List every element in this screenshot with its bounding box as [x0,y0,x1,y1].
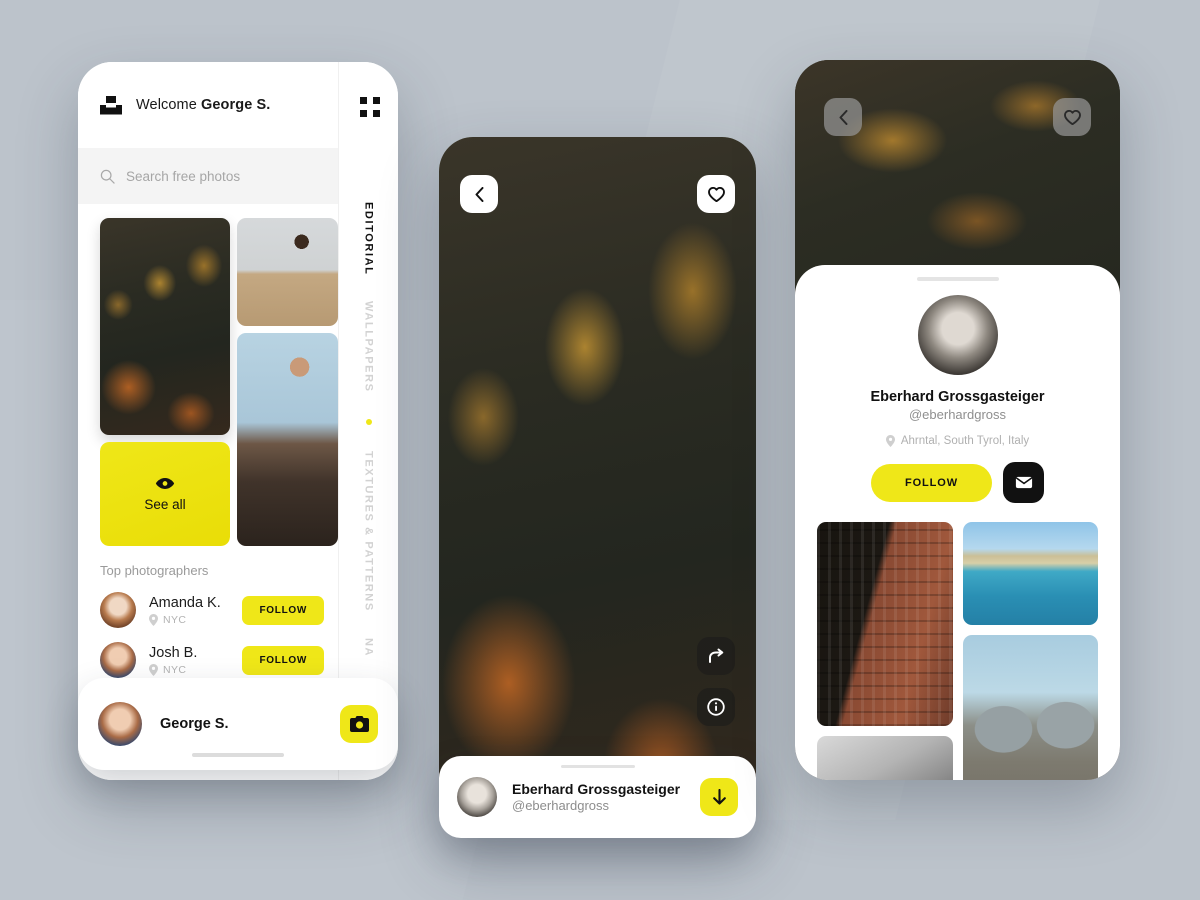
share-arrow-icon [708,648,723,663]
avatar [100,592,136,628]
profile-cover-photo [795,60,1120,290]
see-all-label: See all [144,496,186,512]
eye-icon [155,477,175,489]
photo-tile-portrait[interactable] [237,333,338,546]
chevron-left-icon [475,186,483,202]
top-photographers-heading: Top photographers [100,563,209,578]
photographer-location-text: NYC [163,663,187,676]
drag-handle[interactable] [916,277,999,281]
detail-photo[interactable] [439,137,756,837]
profile-grid-column-left [817,522,953,780]
download-button[interactable] [700,778,738,816]
phone-home-screen: Welcome George S. Search free photos See… [78,62,398,780]
profile-name: Eberhard Grossgasteiger [870,389,1045,405]
avatar[interactable] [98,702,142,746]
search-input[interactable]: Search free photos [126,169,240,184]
home-indicator [192,753,284,757]
unsplash-logo-icon [100,95,122,115]
author-name: Eberhard Grossgasteiger [512,781,681,797]
follow-button[interactable]: FOLLOW [242,645,324,675]
rail-item-editorial[interactable]: EDITORIAL [363,202,375,275]
search-bar[interactable]: Search free photos [78,148,338,204]
camera-button[interactable] [340,705,378,743]
avatar[interactable] [457,777,497,817]
home-header: Welcome George S. [78,62,338,148]
message-button[interactable] [1003,462,1045,503]
phone-profile-screen: Eberhard Grossgasteiger @eberhardgross A… [795,60,1120,780]
info-button[interactable] [697,688,735,726]
home-bottom-bar: George S. [78,678,398,770]
photographer-location: NYC [149,663,229,676]
download-arrow-icon [712,788,726,805]
profile-location: Ahrntal, South Tyrol, Italy [795,435,1120,447]
grid-menu-icon[interactable] [360,97,380,117]
photo-tile-camera[interactable] [817,736,953,780]
photographer-name: Josh B. [149,644,198,661]
profile-actions: FOLLOW [795,462,1120,503]
photographer-info: Josh B. NYC [149,645,229,676]
heart-icon [707,186,725,202]
photo-tile-beach[interactable] [962,522,1098,625]
location-pin-icon [149,663,158,676]
back-button[interactable] [824,98,862,136]
welcome-user-name: George S. [201,97,271,113]
follow-button[interactable]: FOLLOW [242,595,324,625]
location-pin-icon [149,613,158,626]
envelope-icon [1015,476,1032,489]
back-button[interactable] [460,175,498,213]
photographer-location: NYC [149,613,229,626]
welcome-text: Welcome George S. [136,97,270,113]
current-user-name: George S. [160,716,229,732]
category-rail: EDITORIAL WALLPAPERS TEXTURES & PATTERNS… [338,62,398,780]
photographer-info: Amanda K. NYC [149,595,229,626]
see-all-card[interactable]: See all [100,442,230,546]
like-button[interactable] [697,175,735,213]
drag-handle[interactable] [560,765,635,768]
profile-handle: @eberhardgross [908,407,1007,422]
photographer-name: Amanda K. [149,594,221,611]
photo-tile-mosque[interactable] [962,635,1098,780]
camera-icon [349,716,369,732]
profile-grid-column-right [962,522,1098,780]
author-info: Eberhard Grossgasteiger @eberhardgross [512,781,685,813]
rail-item-textures-patterns[interactable]: TEXTURES & PATTERNS [363,451,375,612]
photo-tile-street[interactable] [817,522,953,726]
photo-tile-cyclist[interactable] [237,218,338,326]
rail-item-nature[interactable]: NA [363,638,375,657]
photo-tile-forest[interactable] [100,218,230,435]
rail-item-wallpapers[interactable]: WALLPAPERS [363,301,375,393]
profile-sheet: Eberhard Grossgasteiger @eberhardgross A… [795,265,1120,780]
profile-avatar [917,295,998,375]
follow-button[interactable]: FOLLOW [870,463,993,502]
location-pin-icon [885,435,895,447]
search-icon [100,169,115,184]
avatar [100,642,136,678]
author-handle: @eberhardgross [512,798,610,813]
rail-active-dot [365,419,372,426]
photographer-row-josh[interactable]: Josh B. NYC FOLLOW [100,642,338,678]
profile-location-text: Ahrntal, South Tyrol, Italy [900,435,1030,447]
home-content: Welcome George S. Search free photos See… [78,62,338,780]
chevron-left-icon [839,109,847,125]
welcome-prefix: Welcome [136,97,201,113]
like-button[interactable] [1053,98,1091,136]
photographer-location-text: NYC [163,613,187,626]
photographer-row-amanda[interactable]: Amanda K. NYC FOLLOW [100,592,338,628]
info-icon [707,698,725,716]
share-button[interactable] [697,637,735,675]
phone-photo-detail [439,137,756,837]
heart-icon [1063,109,1081,125]
detail-author-card: Eberhard Grossgasteiger @eberhardgross [439,756,756,838]
photo-grid: See all [78,204,338,546]
profile-photo-grid [795,503,1120,780]
